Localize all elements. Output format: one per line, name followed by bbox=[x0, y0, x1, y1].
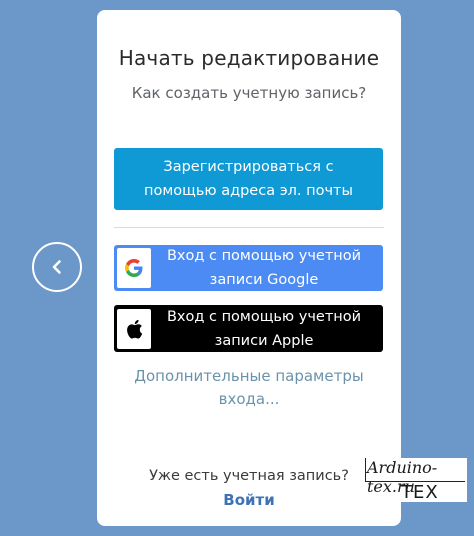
google-signin-label: Вход с помощью учетной записи Google bbox=[166, 248, 362, 288]
dialog-subtitle: Как создать учетную запись? bbox=[131, 84, 367, 102]
divider bbox=[114, 227, 384, 228]
google-logo-icon bbox=[125, 259, 143, 277]
google-signin-button[interactable]: Вход с помощью учетной записи Google bbox=[114, 245, 383, 291]
more-options-link[interactable]: Дополнительные параметры входа... bbox=[97, 365, 401, 411]
chevron-left-icon bbox=[52, 260, 61, 274]
apple-logo-icon bbox=[127, 319, 143, 339]
watermark-brand: ТЕХ bbox=[401, 482, 439, 503]
login-link[interactable]: Войти bbox=[97, 491, 401, 509]
signin-dialog: Начать редактирование Как создать учетну… bbox=[97, 10, 401, 526]
apple-logo-box bbox=[117, 308, 151, 349]
watermark: Arduino-tex.ru ТЕХ bbox=[365, 458, 467, 503]
have-account-text: Уже есть учетная запись? bbox=[149, 468, 349, 484]
apple-signin-button[interactable]: Вход с помощью учетной записи Apple bbox=[114, 305, 383, 352]
apple-signin-label: Вход с помощью учетной записи Apple bbox=[166, 308, 362, 349]
back-button[interactable] bbox=[32, 242, 82, 292]
email-signup-label: Зарегистрироваться с помощью адреса эл. … bbox=[144, 159, 353, 199]
email-signup-button[interactable]: Зарегистрироваться с помощью адреса эл. … bbox=[114, 148, 383, 210]
dialog-title: Начать редактирование bbox=[118, 46, 380, 70]
watermark-frame-line bbox=[365, 458, 366, 482]
more-options-label: Дополнительные параметры входа... bbox=[134, 367, 364, 408]
google-logo-box bbox=[117, 248, 151, 288]
